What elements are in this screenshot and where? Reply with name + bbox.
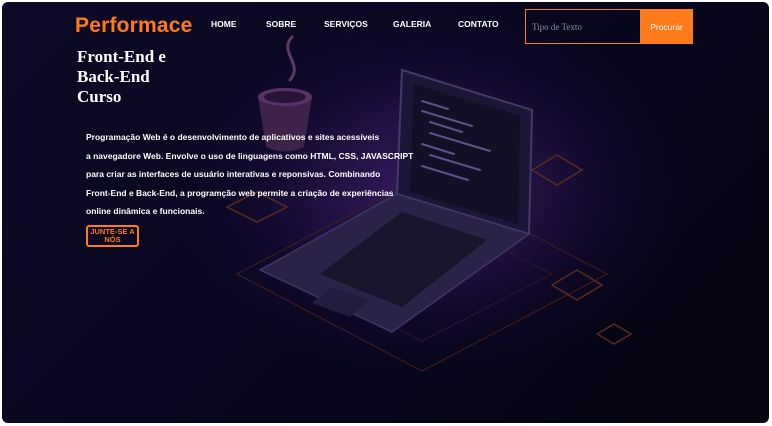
nav-home[interactable]: HOME [211,19,237,29]
hero-title-line: Front-End e [77,47,166,66]
nav-sobre[interactable]: SOBRE [266,19,296,29]
join-us-button[interactable]: JUNTE-SE A NÓS [86,225,139,247]
diamond-icon [595,323,633,345]
hero-description-line: para criar as interfaces de usuário inte… [86,169,381,179]
hero-title: Front-End e Back-End Curso [77,47,166,107]
diamond-icon [530,154,584,186]
search-button[interactable]: Procurar [640,9,693,44]
hero-description-line: a navegadore Web. Envolve o uso de lingu… [86,150,414,161]
hero-description-line: Programação Web é o desenvolvimento de a… [86,132,380,142]
hero-description: Programação Web é o desenvolvimento de a… [86,128,446,221]
logo[interactable]: Performace [75,14,193,38]
hero-description-line: Front-End e Back-End, a programção web p… [86,187,394,198]
hero-title-line: Back-End [77,67,150,86]
nav-galeria[interactable]: GALERIA [393,19,431,29]
page: Performace HOME SOBRE SERVIÇOS GALERIA C… [2,2,769,423]
nav-servicos[interactable]: SERVIÇOS [324,19,368,29]
search-input[interactable] [525,9,640,44]
hero-title-line: Curso [77,87,122,106]
hero-description-line: online dinâmica e funcionais. [86,206,205,216]
diamond-icon [550,269,604,301]
nav-contato[interactable]: CONTATO [458,19,499,29]
